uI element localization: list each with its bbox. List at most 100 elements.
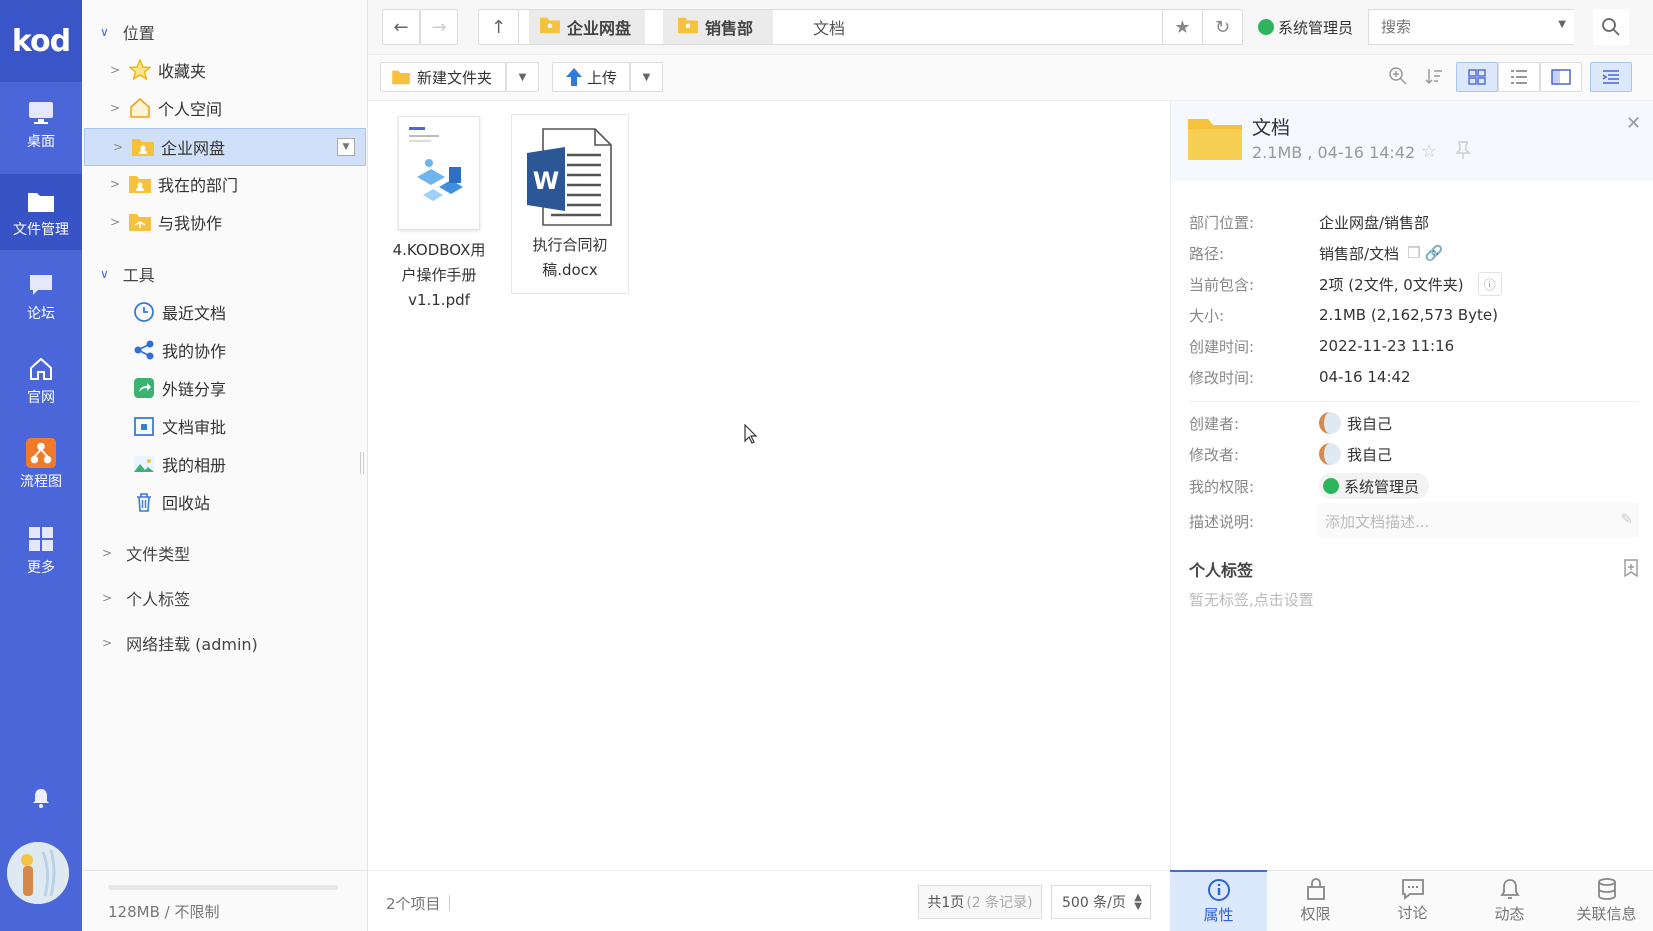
crumb-enterprise[interactable]: 企业网盘	[529, 10, 646, 44]
arrow-right-icon: →	[431, 16, 447, 38]
rail-item-more[interactable]: 更多	[0, 524, 82, 584]
tab-properties[interactable]: 属性	[1170, 870, 1267, 931]
forward-button[interactable]: →	[420, 9, 458, 45]
copy-icon[interactable]: ❐	[1407, 244, 1420, 262]
bell-icon[interactable]	[29, 786, 53, 810]
crumb-docs[interactable]: 文档	[797, 10, 866, 44]
rail-item-desktop[interactable]: 桌面	[0, 98, 82, 158]
info-icon[interactable]: ⓘ	[1477, 272, 1502, 296]
file-name-line: 4.KODBOX用	[392, 241, 486, 259]
edit-icon[interactable]: ✎	[1620, 510, 1633, 528]
file-item-docx[interactable]: W 执行合同初 稿.docx	[511, 114, 629, 294]
contains-text: 2项 (2文件, 0文件夹)	[1319, 275, 1464, 294]
prop-label: 创建者:	[1189, 414, 1240, 433]
section-label: 个人标签	[126, 590, 191, 609]
app-logo[interactable]: kod	[0, 0, 82, 82]
sort-icon	[1425, 69, 1442, 85]
folder-icon	[539, 16, 561, 38]
tree-section-tools[interactable]: ∨ 工具	[100, 256, 155, 292]
per-page-label: 500 条/页	[1062, 895, 1126, 911]
tab-label: 讨论	[1397, 904, 1428, 922]
search-box[interactable]: ▼	[1368, 9, 1574, 45]
status-bar: 2个项目 共1页 (2 条记录) 500 条/页 ▲ ▼	[368, 870, 1170, 931]
permission-label: 系统管理员	[1344, 477, 1420, 496]
file-item-pdf[interactable]: 4.KODBOX用 户操作手册 v1.1.pdf	[380, 112, 498, 312]
left-rail: kod 桌面 文件管理 论坛 官网 流程图 更多	[0, 0, 82, 931]
link-icon[interactable]: 🔗	[1425, 244, 1444, 262]
chevron-down-icon: ▼	[642, 71, 651, 83]
tab-discussion[interactable]: 讨论	[1364, 870, 1461, 931]
rail-label: 更多	[27, 560, 55, 576]
star-outline-icon[interactable]: ☆	[1421, 141, 1437, 162]
word-doc-icon: W	[527, 127, 613, 227]
tree-item-link-share[interactable]: 外链分享	[82, 370, 368, 406]
dropdown-icon[interactable]: ▼	[337, 138, 355, 156]
tree-item-approval[interactable]: 文档审批	[82, 408, 368, 444]
chevron-down-icon[interactable]: ▼	[1558, 19, 1566, 30]
avatar[interactable]	[7, 842, 69, 904]
rail-item-forum[interactable]: 论坛	[0, 270, 82, 330]
divider	[449, 895, 450, 911]
rail-item-website[interactable]: 官网	[0, 354, 82, 414]
view-split-button[interactable]	[1540, 62, 1582, 92]
list-view-icon	[1511, 70, 1527, 84]
tree-item-personal-space[interactable]: > 个人空间	[82, 90, 368, 126]
tree-section-location[interactable]: ∨ 位置	[100, 14, 155, 50]
tab-permissions[interactable]: 权限	[1267, 870, 1364, 931]
props-subtitle: 2.1MB , 04-16 14:42	[1252, 143, 1416, 162]
per-page-select[interactable]: 500 条/页 ▲ ▼	[1051, 885, 1151, 919]
pin-icon[interactable]	[1455, 141, 1471, 163]
close-icon[interactable]: ✕	[1626, 113, 1641, 134]
crumb-sales[interactable]: 销售部	[663, 10, 774, 44]
section-label: 网络挂载 (admin)	[126, 635, 258, 654]
role-badge[interactable]: 系统管理员	[1258, 14, 1353, 40]
file-name-line: v1.1.pdf	[408, 291, 470, 309]
chevron-right-icon: >	[102, 636, 113, 650]
zoom-button[interactable]	[1388, 66, 1410, 88]
folder-icon	[677, 16, 699, 38]
rail-item-file-manager[interactable]: 文件管理	[0, 174, 82, 250]
status-dot-icon	[1323, 478, 1339, 494]
tree-item-recent[interactable]: 最近文档	[82, 294, 368, 330]
chevron-down-icon: ∨	[100, 25, 109, 39]
tree-item-favorites[interactable]: > 收藏夹	[82, 52, 368, 88]
bookmark-icon[interactable]	[1623, 559, 1639, 581]
tree-section-file-types[interactable]: > 文件类型	[102, 535, 190, 571]
tags-empty[interactable]: 暂无标签,点击设置	[1189, 589, 1314, 610]
tree-item-album[interactable]: 我的相册	[82, 446, 368, 482]
tree-item-recycle[interactable]: 回收站	[82, 484, 368, 520]
permission-badge: 系统管理员	[1319, 473, 1430, 499]
tree-item-my-department[interactable]: > 我在的部门	[82, 166, 368, 202]
resize-handle[interactable]	[360, 452, 364, 474]
view-list-button[interactable]	[1498, 62, 1540, 92]
favorite-button[interactable]: ★	[1162, 10, 1202, 44]
new-folder-button[interactable]: 新建文件夹	[380, 62, 506, 92]
tree-item-collaborate[interactable]: > 与我协作	[82, 204, 368, 240]
upload-button[interactable]: 上传	[552, 62, 630, 92]
up-button[interactable]: ↑	[479, 10, 519, 44]
clock-icon	[132, 300, 156, 324]
refresh-button[interactable]: ↻	[1202, 10, 1242, 44]
home-icon	[26, 354, 56, 384]
tab-activity[interactable]: 动态	[1461, 870, 1558, 931]
view-icon-button[interactable]	[1456, 62, 1498, 92]
description-field[interactable]: 添加文档描述... ✎	[1317, 503, 1639, 537]
search-button[interactable]	[1593, 9, 1629, 45]
rail-item-flowchart[interactable]: 流程图	[0, 438, 82, 498]
tree-label: 收藏夹	[158, 62, 207, 81]
tree-item-my-collab[interactable]: 我的协作	[82, 332, 368, 368]
home-icon	[128, 96, 152, 120]
tree-section-personal-tags[interactable]: > 个人标签	[102, 580, 190, 616]
sort-button[interactable]	[1424, 66, 1446, 88]
share-folder-icon	[128, 210, 152, 234]
new-menu-dropdown[interactable]: ▼	[506, 62, 539, 92]
folder-icon	[26, 186, 56, 216]
back-button[interactable]: ←	[382, 9, 420, 45]
tree-section-network-mount[interactable]: > 网络挂载 (admin)	[102, 625, 258, 661]
toggle-props-button[interactable]	[1590, 62, 1632, 92]
tree-item-enterprise-disk[interactable]: > 企业网盘 ▼	[84, 128, 366, 166]
search-input[interactable]	[1369, 10, 1529, 44]
prop-value-modifier: 我自己	[1319, 442, 1392, 466]
upload-dropdown[interactable]: ▼	[630, 62, 663, 92]
tab-related[interactable]: 关联信息	[1558, 870, 1653, 931]
